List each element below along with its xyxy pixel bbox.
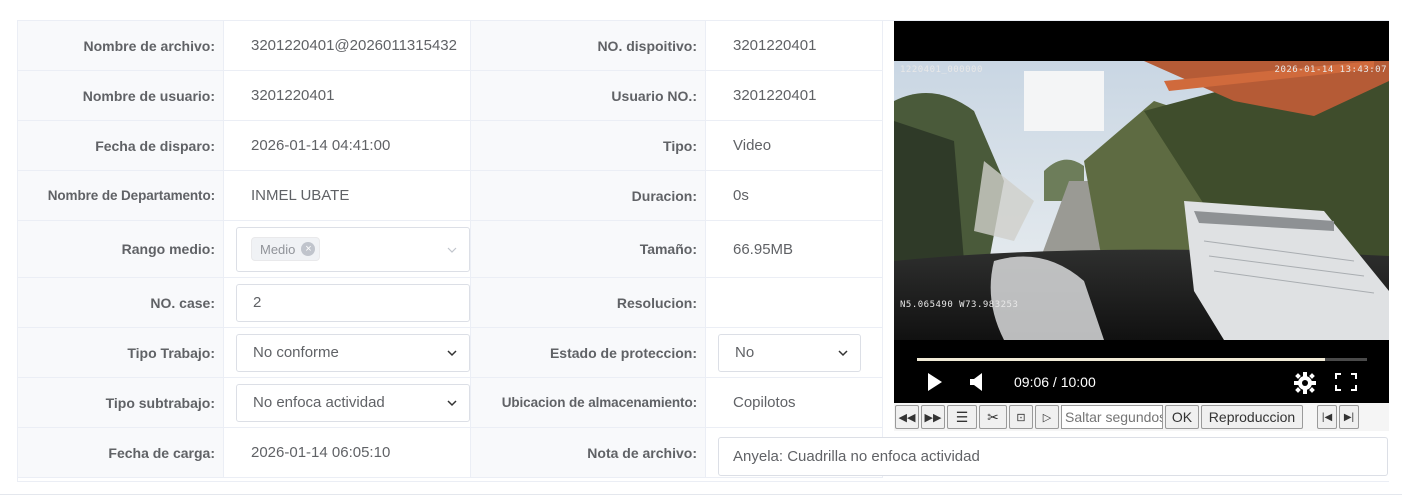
range-tag: Medio ×	[251, 237, 321, 261]
playback-label: Reproduccion	[1208, 409, 1296, 425]
department-value: INMEL UBATE	[223, 170, 471, 221]
progress-fill	[917, 358, 1325, 361]
storage-value: Copilotos	[705, 377, 883, 428]
chevron-down-icon	[447, 399, 457, 406]
resolution-label: Resolucion:	[470, 277, 706, 328]
gear-icon[interactable]	[1294, 372, 1316, 394]
work-type-label: Tipo Trabajo:	[17, 327, 224, 378]
prev-frame-button[interactable]: ⊡	[1009, 405, 1033, 429]
progress-bar[interactable]	[917, 358, 1367, 361]
file-note-value: Anyela: Cuadrilla no enfoca actividad	[733, 448, 980, 465]
row-subwork-type: Tipo subtrabajo: No enfoca actividad Ubi…	[17, 377, 883, 428]
work-type-select[interactable]: No conforme	[236, 333, 470, 372]
duration-label: Duracion:	[470, 170, 706, 221]
ok-label: OK	[1171, 409, 1193, 425]
trigger-date-label: Fecha de disparo:	[17, 120, 224, 171]
row-department: Nombre de Departamento: INMEL UBATE Dura…	[17, 170, 883, 221]
case-no-value: 2	[253, 294, 262, 311]
row-range: Rango medio: Medio × Tamaño: 66.95MB	[17, 220, 883, 278]
file-note-input[interactable]: Anyela: Cuadrilla no enfoca actividad	[718, 437, 1388, 476]
upload-date-label: Fecha de carga:	[17, 427, 224, 478]
row-trigger-date: Fecha de disparo: 2026-01-14 04:41:00 Ti…	[17, 120, 883, 171]
chevron-down-icon	[838, 349, 848, 356]
rewind-icon: ◀◀	[898, 411, 916, 424]
department-label: Nombre de Departamento:	[17, 170, 224, 221]
row-case: NO. case: 2 Resolucion:	[17, 277, 883, 328]
row-filename: Nombre de archivo: 3201220401@2026011315…	[17, 20, 883, 71]
protection-value: No	[735, 344, 755, 361]
subwork-type-select[interactable]: No enfoca actividad	[236, 383, 470, 422]
protection-select[interactable]: No	[718, 333, 861, 372]
size-label: Tamaño:	[470, 220, 706, 278]
divider	[0, 494, 1402, 495]
skip-end-icon: ▶|	[1343, 411, 1355, 423]
skip-seconds-input[interactable]: Saltar segundos	[1061, 405, 1163, 429]
device-no-value: 3201220401	[705, 20, 883, 71]
list-button[interactable]: ☰	[947, 405, 977, 429]
skip-end-button[interactable]: ▶|	[1339, 405, 1359, 429]
storage-label: Ubicacion de almacenamiento:	[470, 377, 706, 428]
row-username: Nombre de usuario: 3201220401 Usuario NO…	[17, 70, 883, 121]
case-no-label: NO. case:	[17, 277, 224, 328]
user-no-value: 3201220401	[705, 70, 883, 121]
fast-forward-button[interactable]: ▶▶	[921, 405, 945, 429]
prev-frame-icon: ⊡	[1016, 411, 1026, 424]
fast-forward-icon: ▶▶	[924, 411, 942, 424]
chevron-down-icon	[447, 349, 457, 356]
work-type-value: No conforme	[253, 344, 339, 361]
next-frame-button[interactable]: ▷	[1035, 405, 1059, 429]
clip-button[interactable]: ✂	[979, 405, 1007, 429]
volume-icon[interactable]	[970, 373, 984, 391]
device-no-label: NO. dispoitivo:	[470, 20, 706, 71]
range-multiselect[interactable]: Medio ×	[236, 226, 470, 272]
protection-label: Estado de proteccion:	[470, 327, 706, 378]
play-icon[interactable]	[927, 373, 943, 391]
ok-button[interactable]: OK	[1165, 405, 1199, 429]
rewind-button[interactable]: ◀◀	[895, 405, 919, 429]
close-icon[interactable]: ×	[301, 242, 316, 256]
upload-date-value: 2026-01-14 06:05:10	[223, 427, 471, 478]
skip-start-button[interactable]: |◀	[1317, 405, 1337, 429]
size-value: 66.95MB	[705, 220, 883, 278]
osd-device-id: 1220401_000000	[900, 65, 983, 75]
range-label: Rango medio:	[17, 220, 224, 278]
player-toolbar: ◀◀ ▶▶ ☰ ✂ ⊡ ▷ Saltar segundos OK Reprodu…	[894, 403, 1389, 431]
fullscreen-icon[interactable]	[1335, 373, 1357, 391]
osd-timestamp: 2026-01-14 13:43:07	[1274, 65, 1387, 75]
user-no-label: Usuario NO.:	[470, 70, 706, 121]
subwork-type-value: No enfoca actividad	[253, 394, 385, 411]
scissors-icon: ✂	[987, 408, 999, 425]
username-value: 3201220401	[223, 70, 471, 121]
skip-start-icon: |◀	[1321, 411, 1333, 423]
type-label: Tipo:	[470, 120, 706, 171]
osd-gps: N5.065490 W73.983253	[900, 300, 1019, 310]
row-work-type: Tipo Trabajo: No conforme Estado de prot…	[17, 327, 883, 378]
playback-button[interactable]: Reproduccion	[1201, 405, 1303, 429]
next-frame-icon: ▷	[1042, 411, 1052, 424]
filename-value: 3201220401@2026011315432	[223, 20, 471, 71]
video-still-image	[894, 61, 1389, 340]
video-frame[interactable]: 1220401_000000 2026-01-14 13:43:07 N5.06…	[894, 61, 1389, 340]
duration-value: 0s	[705, 170, 883, 221]
type-value: Video	[705, 120, 883, 171]
subwork-type-label: Tipo subtrabajo:	[17, 377, 224, 428]
file-info-table: Nombre de archivo: 3201220401@2026011315…	[17, 20, 883, 478]
chevron-down-icon	[447, 247, 457, 253]
case-no-input[interactable]: 2	[236, 283, 470, 322]
list-icon: ☰	[955, 408, 969, 425]
video-player[interactable]: 1220401_000000 2026-01-14 13:43:07 N5.06…	[894, 21, 1389, 403]
username-label: Nombre de usuario:	[17, 70, 224, 121]
filename-label: Nombre de archivo:	[17, 20, 224, 71]
range-tag-label: Medio	[260, 241, 296, 257]
resolution-value	[705, 277, 883, 328]
trigger-date-value: 2026-01-14 04:41:00	[223, 120, 471, 171]
skip-seconds-placeholder: Saltar segundos	[1065, 409, 1163, 425]
time-display: 09:06 / 10:00	[1014, 374, 1096, 390]
note-label: Nota de archivo:	[470, 427, 706, 478]
